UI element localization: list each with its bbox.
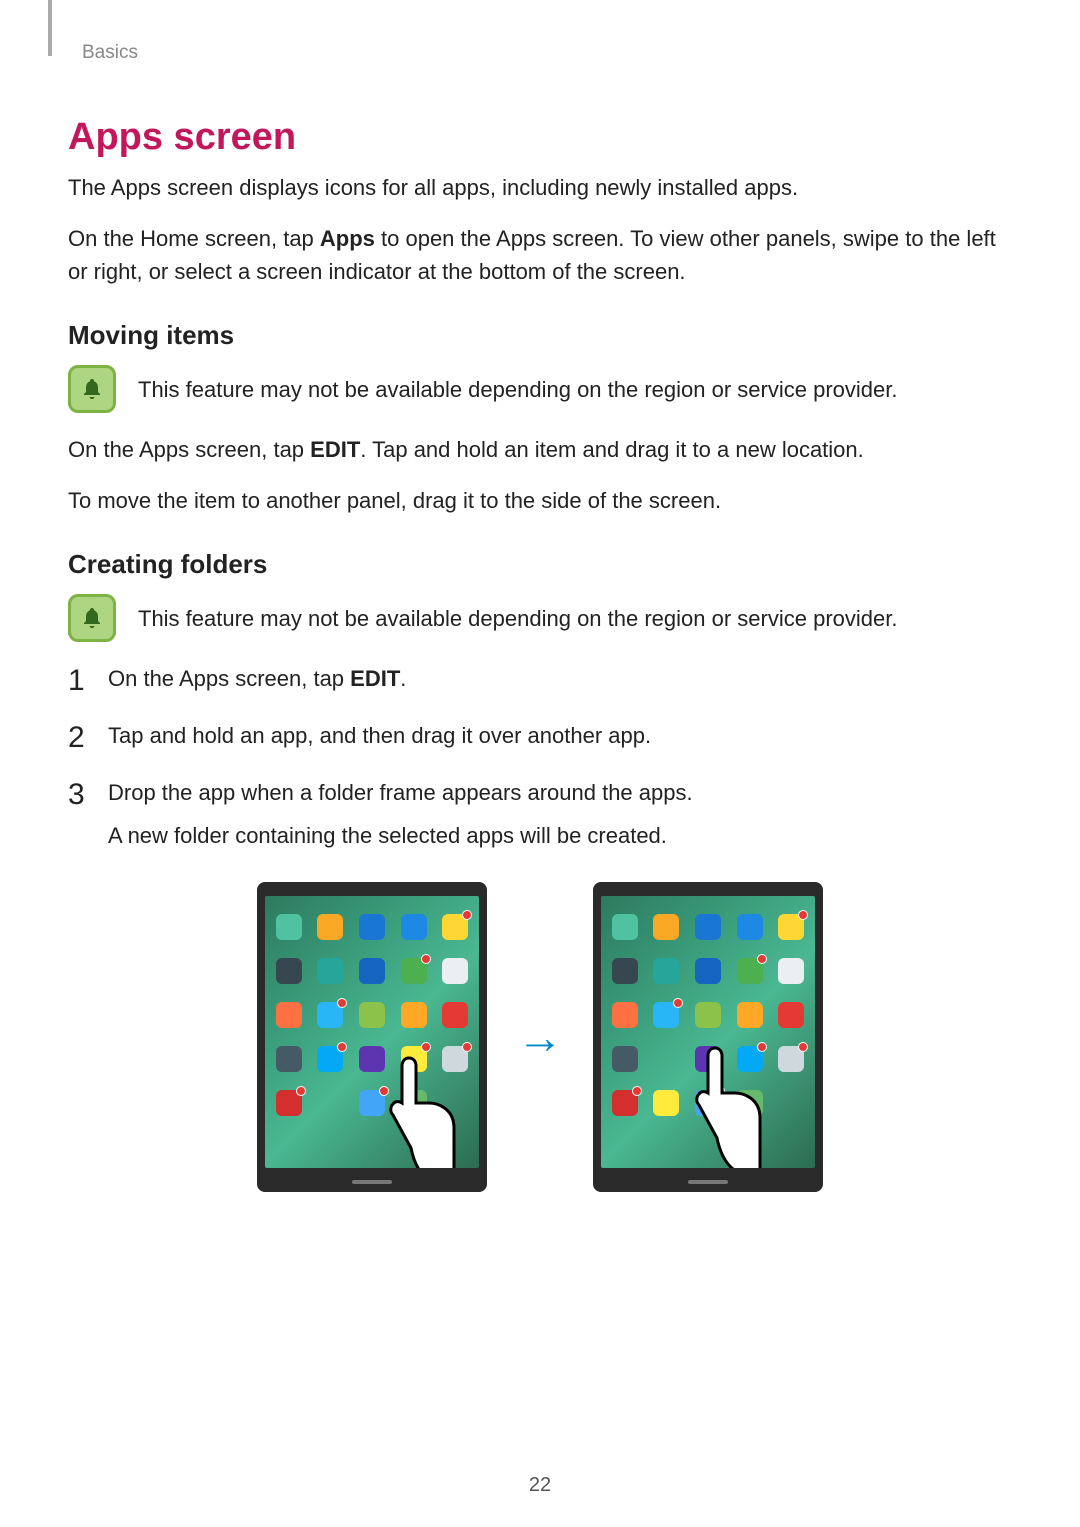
- breadcrumb: Basics: [68, 30, 1012, 64]
- bold-edit: EDIT: [310, 437, 360, 462]
- text-fragment: . Tap and hold an item and drag it to a …: [360, 437, 864, 462]
- intro-paragraph-1: The Apps screen displays icons for all a…: [68, 171, 1012, 204]
- note-text: This feature may not be available depend…: [138, 602, 897, 635]
- page-number: 22: [0, 1474, 1080, 1497]
- moving-paragraph-1: On the Apps screen, tap EDIT. Tap and ho…: [68, 433, 1012, 466]
- text-fragment: On the Home screen, tap: [68, 226, 320, 251]
- bell-icon: [68, 594, 116, 642]
- moving-paragraph-2: To move the item to another panel, drag …: [68, 484, 1012, 517]
- step-2: Tap and hold an app, and then drag it ov…: [68, 719, 1012, 752]
- subheading-moving-items: Moving items: [68, 320, 1012, 351]
- bell-icon: [68, 365, 116, 413]
- steps-list: On the Apps screen, tap EDIT. Tap and ho…: [68, 662, 1012, 852]
- page-title: Apps screen: [68, 116, 1012, 159]
- note-text: This feature may not be available depend…: [138, 373, 897, 406]
- text-fragment: On the Apps screen, tap: [68, 437, 310, 462]
- note-row: This feature may not be available depend…: [68, 594, 1012, 642]
- text-fragment: A new folder containing the selected app…: [108, 819, 1012, 852]
- header-accent-bar: [48, 0, 52, 56]
- bold-apps: Apps: [320, 226, 375, 251]
- bold-edit: EDIT: [350, 666, 400, 691]
- tablet-screen: [265, 896, 479, 1168]
- tablet-screen: [601, 896, 815, 1168]
- arrow-right-icon: →: [517, 1010, 563, 1064]
- text-fragment: On the Apps screen, tap: [108, 666, 350, 691]
- step-3: Drop the app when a folder frame appears…: [68, 776, 1012, 852]
- step-1: On the Apps screen, tap EDIT.: [68, 662, 1012, 695]
- text-fragment: Drop the app when a folder frame appears…: [108, 780, 693, 805]
- intro-paragraph-2: On the Home screen, tap Apps to open the…: [68, 222, 1012, 288]
- figure-row: →: [68, 882, 1012, 1192]
- tablet-illustration-left: [257, 882, 487, 1192]
- text-fragment: .: [400, 666, 406, 691]
- tablet-illustration-right: [593, 882, 823, 1192]
- note-row: This feature may not be available depend…: [68, 365, 1012, 413]
- subheading-creating-folders: Creating folders: [68, 549, 1012, 580]
